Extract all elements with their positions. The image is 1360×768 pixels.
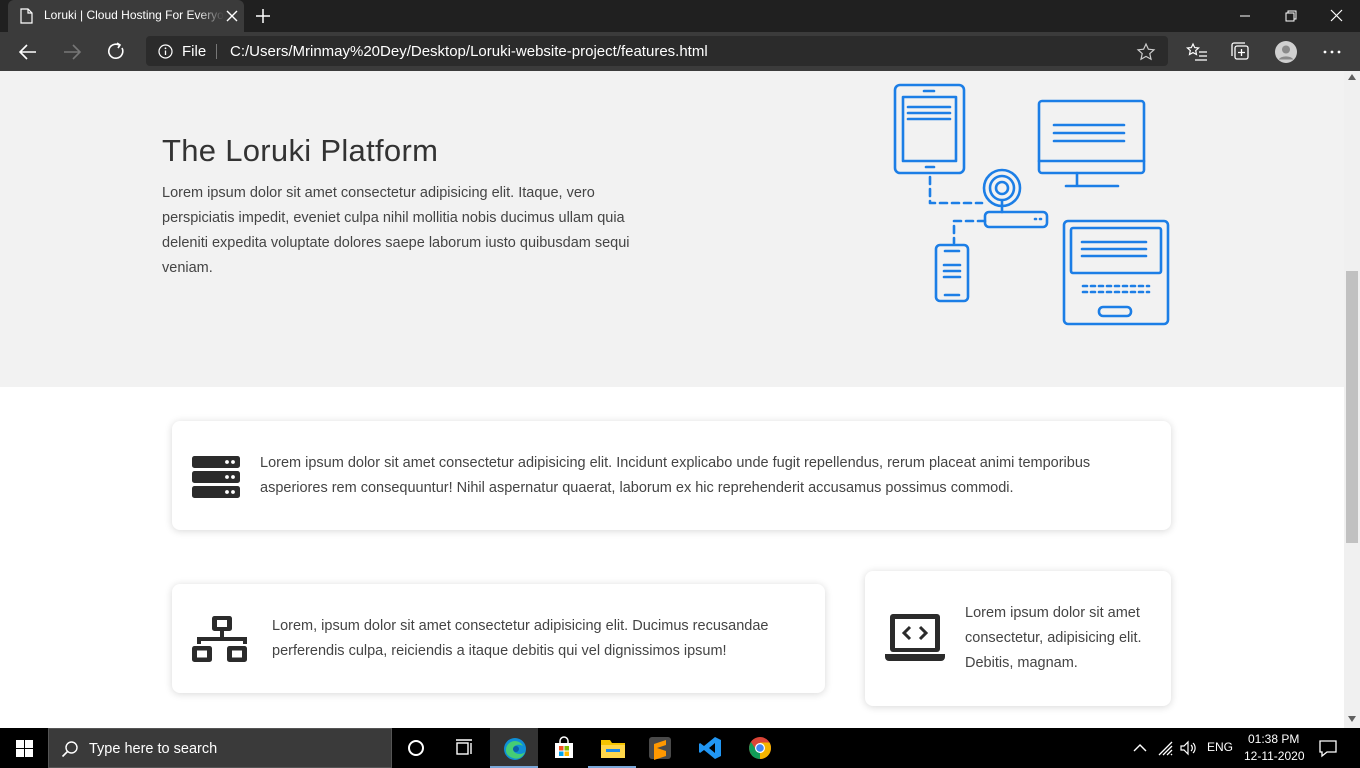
minimize-icon[interactable] xyxy=(1222,4,1268,28)
scroll-up-arrow-icon[interactable] xyxy=(1348,74,1356,80)
address-bar[interactable]: File C:/Users/Mrinmay%20Dey/Desktop/Loru… xyxy=(146,36,1168,66)
edge-icon xyxy=(504,738,526,760)
browser-tab[interactable]: Loruki | Cloud Hosting For Everyone xyxy=(8,0,244,32)
tab-title: Loruki | Cloud Hosting For Everyone xyxy=(44,8,224,22)
more-options-icon[interactable] xyxy=(1320,40,1344,64)
folder-icon xyxy=(601,740,625,758)
feature-text: Lorem, ipsum dolor sit amet consectetur … xyxy=(272,618,769,659)
taskbar-file-explorer[interactable] xyxy=(588,728,636,768)
platform-section: The Loruki Platform Lorem ipsum dolor si… xyxy=(0,71,1344,387)
browser-toolbar: File C:/Users/Mrinmay%20Dey/Desktop/Loru… xyxy=(0,32,1360,71)
feature-card-code: Lorem ipsum dolor sit amet consectetur, … xyxy=(865,571,1171,706)
favorites-list-icon[interactable] xyxy=(1185,40,1209,64)
task-view-button[interactable] xyxy=(440,728,488,768)
start-button[interactable] xyxy=(0,728,48,768)
language-indicator[interactable]: ENG xyxy=(1207,740,1233,754)
favorite-star-icon[interactable] xyxy=(1136,42,1156,62)
cortana-button[interactable] xyxy=(392,728,440,768)
collections-icon[interactable] xyxy=(1229,40,1253,64)
taskbar-sublime[interactable] xyxy=(636,728,684,768)
laptop-code-icon xyxy=(885,614,945,661)
volume-icon[interactable] xyxy=(1180,740,1198,756)
chevron-up-icon[interactable] xyxy=(1133,742,1147,754)
sublime-text-icon xyxy=(649,737,671,760)
platform-title: The Loruki Platform xyxy=(162,133,439,168)
feature-text: Lorem ipsum dolor sit amet consectetur, … xyxy=(965,605,1142,671)
page-scrollbar[interactable] xyxy=(1344,71,1360,728)
page-icon xyxy=(20,8,33,24)
close-window-icon[interactable] xyxy=(1314,4,1360,28)
forward-arrow-icon[interactable] xyxy=(58,38,86,66)
scrollbar-thumb[interactable] xyxy=(1346,271,1358,543)
store-icon xyxy=(555,736,573,758)
taskbar-chrome[interactable] xyxy=(736,728,784,768)
wifi-icon[interactable] xyxy=(1157,740,1175,756)
taskbar-store[interactable] xyxy=(540,728,588,768)
windows-logo-icon xyxy=(16,740,33,757)
taskbar-search-box[interactable]: Type here to search xyxy=(48,728,392,768)
address-separator xyxy=(216,44,217,59)
back-arrow-icon[interactable] xyxy=(14,38,42,66)
new-tab-icon[interactable] xyxy=(252,5,274,27)
scroll-down-arrow-icon[interactable] xyxy=(1348,716,1356,722)
feature-card-network: Lorem, ipsum dolor sit amet consectetur … xyxy=(172,584,825,693)
url-text[interactable]: C:/Users/Mrinmay%20Dey/Desktop/Loruki-we… xyxy=(230,43,708,60)
refresh-icon[interactable] xyxy=(102,38,130,66)
platform-description: Lorem ipsum dolor sit amet consectetur a… xyxy=(162,185,630,276)
network-devices-illustration xyxy=(893,83,1170,326)
browser-tab-bar: Loruki | Cloud Hosting For Everyone xyxy=(0,0,1360,32)
taskbar-vscode[interactable] xyxy=(686,728,734,768)
chrome-icon xyxy=(749,737,771,759)
taskbar-edge[interactable] xyxy=(490,728,538,768)
profile-avatar-icon[interactable] xyxy=(1274,40,1298,64)
clock-date[interactable]: 12-11-2020 xyxy=(1244,749,1305,763)
vscode-icon xyxy=(699,737,721,759)
feature-card-servers: Lorem ipsum dolor sit amet consectetur a… xyxy=(172,421,1171,530)
address-scheme-label: File xyxy=(182,43,207,60)
feature-text: Lorem ipsum dolor sit amet consectetur a… xyxy=(260,455,1091,496)
page-viewport: The Loruki Platform Lorem ipsum dolor si… xyxy=(0,71,1344,728)
search-placeholder: Type here to search xyxy=(89,741,218,757)
close-tab-icon[interactable] xyxy=(224,8,240,24)
restore-icon[interactable] xyxy=(1268,4,1314,28)
search-icon xyxy=(61,741,78,758)
network-wired-icon xyxy=(192,616,247,662)
info-icon[interactable] xyxy=(158,44,173,59)
windows-taskbar: Type here to search ENG 01:38 PM 12-11-2… xyxy=(0,728,1360,768)
cortana-icon xyxy=(408,740,424,756)
clock-time[interactable]: 01:38 PM xyxy=(1248,732,1299,746)
server-icon xyxy=(192,456,240,498)
task-view-icon xyxy=(456,739,472,755)
notification-icon[interactable] xyxy=(1318,738,1338,758)
